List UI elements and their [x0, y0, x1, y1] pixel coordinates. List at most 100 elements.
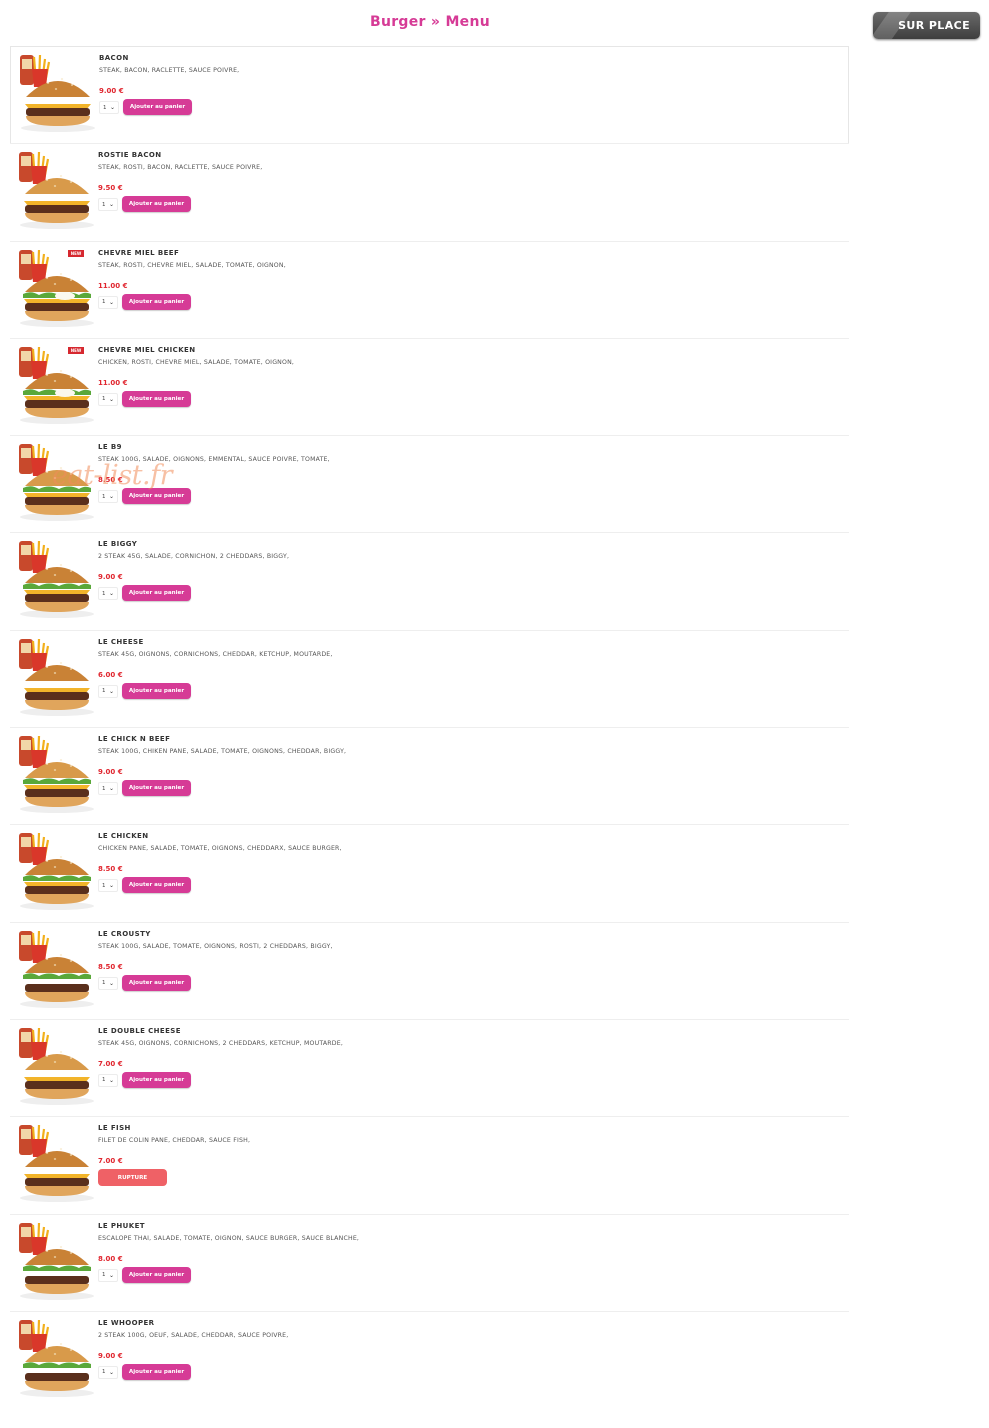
item-name: LE B9: [98, 443, 122, 452]
quantity-select[interactable]: 1 ⌄: [98, 295, 118, 309]
item-name: LE FISH: [98, 1124, 131, 1133]
chevron-down-icon: ⌄: [108, 1368, 114, 1376]
chevron-down-icon: ⌄: [108, 882, 114, 890]
quantity-value: 1: [102, 1272, 106, 1279]
burger-photo-icon: [19, 541, 94, 619]
quantity-select[interactable]: 1 ⌄: [98, 1268, 118, 1282]
add-to-cart-button[interactable]: Ajouter au panier: [122, 1266, 191, 1283]
chevron-down-icon: ⌄: [108, 979, 114, 987]
item-price: 9.00 €: [98, 573, 123, 582]
quantity-select[interactable]: 1 ⌄: [99, 101, 119, 114]
item-description: STEAK, BACON, RACLETTE, SAUCE POIVRE,: [99, 67, 240, 74]
chevron-down-icon: ⌄: [108, 590, 114, 598]
item-description: FILET DE COLIN PANE, CHEDDAR, SAUCE FISH…: [98, 1137, 251, 1145]
item-name: LE PHUKET: [98, 1221, 145, 1230]
item-description: STEAK 100G, CHIKEN PANE, SALADE, TOMATE,…: [98, 748, 347, 756]
sur-place-button[interactable]: SUR PLACE: [873, 12, 980, 39]
menu-item: ROSTIE BACON STEAK, ROSTI, BACON, RACLETT…: [10, 143, 849, 240]
menu-item: LE B9 STEAK 100G, SALADE, OIGNONS, EMMENT…: [10, 435, 849, 532]
item-name: CHEVRE MIEL BEEF: [98, 248, 180, 257]
quantity-select[interactable]: 1 ⌄: [98, 392, 118, 406]
burger-image: [17, 637, 94, 717]
burger-image: [18, 53, 95, 133]
add-to-cart-button[interactable]: Ajouter au panier: [123, 99, 192, 115]
burger-image: [17, 150, 94, 230]
quantity-value: 1: [102, 1369, 106, 1376]
chevron-down-icon: ⌄: [108, 201, 114, 209]
burger-image: [17, 1123, 94, 1203]
quantity-select[interactable]: 1 ⌄: [98, 587, 118, 601]
burger-photo-icon: [19, 736, 94, 814]
add-to-cart-button[interactable]: Ajouter au panier: [122, 877, 191, 894]
burger-image: [17, 248, 94, 328]
add-to-cart-button[interactable]: Ajouter au panier: [122, 682, 191, 699]
chevron-down-icon: ⌄: [109, 104, 115, 111]
item-description: STEAK 100G, SALADE, OIGNONS, EMMENTAL, S…: [98, 456, 330, 464]
item-description: 2 STEAK 100G, OEUF, SALADE, CHEDDAR, SAU…: [98, 1331, 289, 1339]
add-to-cart-button[interactable]: Ajouter au panier: [122, 974, 191, 991]
add-to-cart-button[interactable]: Ajouter au panier: [122, 293, 191, 310]
add-to-cart-button[interactable]: Ajouter au panier: [122, 390, 191, 407]
item-price: 9.00 €: [98, 1351, 123, 1360]
item-name: LE BIGGY: [98, 540, 138, 549]
item-name: LE CHEESE: [98, 637, 144, 646]
quantity-value: 1: [102, 980, 106, 987]
item-price: 8.50 €: [98, 962, 123, 971]
item-description: ESCALOPE THAI, SALADE, TOMATE, OIGNON, S…: [98, 1234, 360, 1242]
add-to-cart-button[interactable]: Ajouter au panier: [122, 1071, 191, 1088]
page-title: Burger » Menu: [369, 14, 490, 30]
item-description: STEAK, ROSTI, BACON, RACLETTE, SAUCE POI…: [98, 164, 263, 172]
menu-item: LE CROUSTY STEAK 100G, SALADE, TOMATE, OI…: [10, 921, 849, 1019]
add-to-cart-button[interactable]: Ajouter au panier: [122, 585, 191, 602]
burger-photo-icon: [19, 833, 94, 911]
burger-photo-icon: [19, 930, 94, 1008]
item-name: LE DOUBLE CHEESE: [98, 1026, 181, 1035]
menu-item: LE CHICKEN CHICKEN PANE, SALADE, TOMATE, …: [10, 824, 849, 921]
chevron-down-icon: ⌄: [108, 785, 114, 793]
item-description: STEAK 45G, OIGNONS, CORNICHONS, 2 CHEDDA…: [98, 1039, 343, 1047]
burger-image: [17, 442, 94, 522]
quantity-select[interactable]: 1 ⌄: [98, 684, 118, 698]
item-price: 9.00 €: [98, 768, 123, 777]
menu-item: BACON STEAK, BACON, RACLETTE, SAUCE POIVR…: [10, 46, 849, 144]
quantity-value: 1: [102, 1077, 106, 1084]
item-description: STEAK, ROSTI, CHEVRE MIEL, SALADE, TOMAT…: [98, 261, 286, 269]
burger-photo-icon: [20, 54, 95, 132]
menu-item: NEW CHEVRE MIEL BEEF STEAK, ROSTI, CHEVRE …: [10, 240, 849, 338]
quantity-select[interactable]: 1 ⌄: [98, 782, 118, 796]
item-price: 9.50 €: [98, 184, 123, 193]
menu-item: LE DOUBLE CHEESE STEAK 45G, OIGNONS, CORN…: [10, 1018, 849, 1116]
add-to-cart-button[interactable]: Ajouter au panier: [122, 196, 191, 213]
quantity-value: 1: [102, 493, 106, 500]
sur-place-label: SUR PLACE: [898, 19, 970, 32]
item-description: CHICKEN PANE, SALADE, TOMATE, OIGNONS, C…: [98, 845, 342, 853]
item-price: 6.00 €: [98, 670, 123, 679]
item-description: STEAK 100G, SALADE, TOMATE, OIGNONS, ROS…: [98, 942, 333, 950]
menu-item: LE WHOOPER 2 STEAK 100G, OEUF, SALADE, CH…: [10, 1310, 849, 1408]
add-to-cart-button[interactable]: Ajouter au panier: [122, 488, 191, 505]
burger-image: [17, 539, 94, 619]
add-to-cart-button[interactable]: Ajouter au panier: [122, 1363, 191, 1380]
quantity-value: 1: [102, 396, 106, 403]
quantity-select[interactable]: 1 ⌄: [98, 879, 118, 893]
chevron-down-icon: ⌄: [108, 395, 114, 403]
item-price: 11.00 €: [98, 378, 128, 387]
item-name: LE WHOOPER: [98, 1318, 155, 1327]
item-price: 11.00 €: [98, 281, 128, 290]
quantity-select[interactable]: 1 ⌄: [98, 490, 118, 504]
quantity-value: 1: [103, 104, 107, 111]
quantity-value: 1: [102, 299, 106, 306]
item-name: LE CHICK N BEEF: [98, 735, 171, 744]
quantity-select[interactable]: 1 ⌄: [98, 1365, 118, 1379]
quantity-value: 1: [102, 688, 106, 695]
burger-photo-icon: [19, 1222, 94, 1300]
quantity-select[interactable]: 1 ⌄: [98, 976, 118, 990]
quantity-select[interactable]: 1 ⌄: [98, 1073, 118, 1087]
rupture-button: RUPTURE: [98, 1169, 167, 1187]
item-name: LE CROUSTY: [98, 929, 151, 938]
quantity-value: 1: [102, 590, 106, 597]
item-name: LE CHICKEN: [98, 832, 149, 841]
quantity-select[interactable]: 1 ⌄: [98, 198, 118, 212]
item-name: ROSTIE BACON: [98, 151, 162, 160]
add-to-cart-button[interactable]: Ajouter au panier: [122, 780, 191, 797]
